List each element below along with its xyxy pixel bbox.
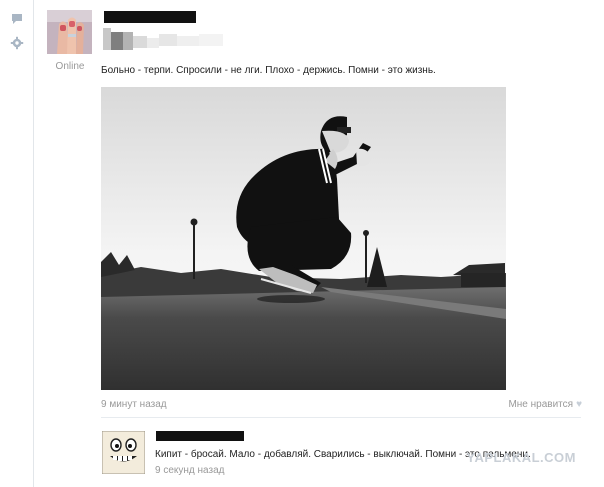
like-label: Мне нравится bbox=[508, 399, 574, 410]
comment-timestamp[interactable]: 9 секунд назад bbox=[155, 465, 224, 476]
post-photo[interactable] bbox=[101, 87, 506, 390]
commenter-name-redacted bbox=[155, 430, 245, 442]
like-button[interactable]: Мне нравится ♥ bbox=[508, 399, 582, 410]
heart-icon: ♥ bbox=[576, 399, 582, 410]
post-text: Больно - терпи. Спросили - не лги. Плохо… bbox=[101, 65, 436, 76]
wall-post: Online Больно - терпи. Спросили - не лги… bbox=[34, 0, 604, 487]
comments-divider bbox=[101, 417, 581, 418]
author-name-redacted bbox=[103, 10, 197, 24]
author-avatar[interactable] bbox=[47, 10, 92, 54]
left-sidebar bbox=[0, 0, 33, 487]
comment-icon[interactable] bbox=[10, 11, 24, 25]
gear-icon[interactable] bbox=[10, 35, 24, 50]
post-timestamp[interactable]: 9 минут назад bbox=[101, 399, 167, 410]
commenter-avatar[interactable] bbox=[102, 431, 145, 474]
online-status: Online bbox=[55, 61, 85, 72]
site-watermark: YAPLAKAL.COM bbox=[466, 450, 576, 465]
blurred-author-info bbox=[103, 28, 223, 50]
